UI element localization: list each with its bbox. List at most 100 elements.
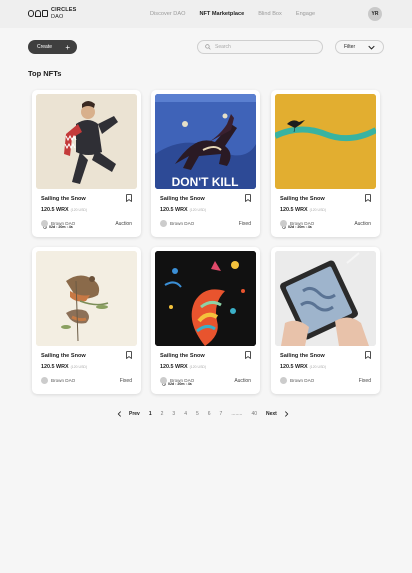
next-button[interactable]: Next — [266, 411, 277, 417]
card-owner[interactable]: Brown DAO — [160, 377, 194, 384]
nft-card[interactable]: 02d : 20m : 4s Sailing the Snow 120.5 WR… — [151, 247, 260, 394]
nft-card[interactable]: Sailing the Snow 120.5 WRX (120 USD) Brow… — [271, 247, 380, 394]
owner-avatar — [160, 220, 167, 227]
card-title: Sailing the Snow — [41, 196, 86, 202]
main-nav: Discover DAO NFT Marketplace Blind Box E… — [150, 11, 315, 17]
owner-name: Brown DAO — [51, 378, 76, 383]
nft-card[interactable]: 02d : 20m : 4s Sailing the Snow 120.5 WR… — [271, 90, 380, 237]
card-owner[interactable]: Brown DAO — [280, 377, 314, 384]
price-value: 120.5 WRX — [160, 364, 188, 370]
price-usd: (120 USD) — [309, 208, 327, 212]
card-title: Sailing the Snow — [280, 196, 325, 202]
price-value: 120.5 WRX — [160, 207, 188, 213]
nft-image[interactable] — [275, 251, 376, 346]
search-icon — [205, 44, 211, 50]
nft-image[interactable] — [36, 251, 137, 346]
owner-avatar — [160, 377, 167, 384]
nav-discover-dao[interactable]: Discover DAO — [150, 11, 185, 17]
card-title: Sailing the Snow — [280, 353, 325, 359]
card-owner[interactable]: Brown DAO — [160, 220, 194, 227]
owner-name: Brown DAO — [51, 221, 76, 226]
page-link[interactable]: 6 — [208, 411, 211, 417]
top-header: CIRCLES DAO Discover DAO NFT Marketplace… — [0, 0, 412, 28]
sale-type: Fixed — [358, 378, 371, 384]
poster-text: DON'T KILL — [172, 175, 239, 189]
nft-card[interactable]: 02d : 20m : 4s Sailing the Snow 120.5 WR… — [32, 90, 141, 237]
page-link[interactable]: 2 — [161, 411, 164, 417]
nav-blind-box[interactable]: Blind Box — [258, 11, 282, 17]
sale-type: Auction — [115, 221, 132, 227]
card-title: Sailing the Snow — [160, 196, 205, 202]
nft-image[interactable] — [275, 94, 376, 189]
card-price: 120.5 WRX (120 USD) — [160, 207, 206, 213]
logo-text: CIRCLES DAO — [51, 7, 77, 20]
bookmark-icon[interactable] — [365, 194, 371, 202]
price-usd: (120 USD) — [70, 208, 88, 212]
owner-name: Brown DAO — [290, 221, 315, 226]
card-owner[interactable]: Brown DAO — [41, 220, 75, 227]
page-link[interactable]: 40 — [251, 411, 257, 417]
logo-line-2: DAO — [51, 13, 64, 20]
bookmark-icon[interactable] — [126, 194, 132, 202]
price-value: 120.5 WRX — [280, 207, 308, 213]
nav-engage[interactable]: Engage — [296, 11, 315, 17]
owner-name: Brown DAO — [170, 378, 195, 383]
search-input[interactable]: Search — [197, 40, 323, 54]
sale-type: Fixed — [238, 221, 251, 227]
price-usd: (120 USD) — [189, 365, 207, 369]
logo-line-1: CIRCLES — [51, 7, 77, 13]
pagination: Prev 1 2 3 4 5 6 7 ........ 40 Next — [117, 411, 289, 417]
price-value: 120.5 WRX — [280, 364, 308, 370]
card-price: 120.5 WRX (120 USD) — [41, 207, 87, 213]
nft-image[interactable] — [36, 94, 137, 189]
price-usd: (120 USD) — [309, 365, 327, 369]
card-owner[interactable]: Brown DAO — [280, 220, 314, 227]
price-usd: (120 USD) — [70, 365, 88, 369]
chevron-down-icon — [368, 45, 375, 50]
section-title: Top NFTs — [28, 69, 62, 78]
avatar[interactable]: YR — [368, 7, 382, 21]
owner-name: Brown DAO — [290, 378, 315, 383]
page-link[interactable]: 4 — [184, 411, 187, 417]
card-price: 120.5 WRX (120 USD) — [160, 364, 206, 370]
nft-image[interactable] — [155, 251, 256, 346]
nft-image[interactable]: DON'T KILL — [155, 94, 256, 189]
nav-nft-marketplace[interactable]: NFT Marketplace — [199, 11, 244, 17]
owner-avatar — [41, 377, 48, 384]
price-value: 120.5 WRX — [41, 207, 69, 213]
logo[interactable]: CIRCLES DAO — [28, 7, 77, 20]
chevron-left-icon[interactable] — [117, 411, 122, 417]
card-title: Sailing the Snow — [160, 353, 205, 359]
page-link[interactable]: 7 — [220, 411, 223, 417]
card-price: 120.5 WRX (120 USD) — [280, 364, 326, 370]
card-title: Sailing the Snow — [41, 353, 86, 359]
bookmark-icon[interactable] — [245, 351, 251, 359]
filter-label: Filter — [344, 44, 356, 50]
owner-name: Brown DAO — [170, 221, 195, 226]
pagination-ellipsis: ........ — [231, 411, 243, 417]
search-placeholder: Search — [215, 44, 231, 50]
owner-avatar — [280, 220, 287, 227]
sale-type: Auction — [234, 378, 251, 384]
card-price: 120.5 WRX (120 USD) — [41, 364, 87, 370]
sale-type: Auction — [354, 221, 371, 227]
page-link[interactable]: 5 — [196, 411, 199, 417]
owner-avatar — [280, 377, 287, 384]
bookmark-icon[interactable] — [126, 351, 132, 359]
page-link[interactable]: 3 — [172, 411, 175, 417]
sale-type: Fixed — [119, 378, 132, 384]
prev-button[interactable]: Prev — [129, 411, 140, 417]
card-owner[interactable]: Brown DAO — [41, 377, 75, 384]
page-link[interactable]: 1 — [149, 411, 152, 417]
price-value: 120.5 WRX — [41, 364, 69, 370]
create-button[interactable]: Create + — [28, 40, 77, 54]
owner-avatar — [41, 220, 48, 227]
nft-card[interactable]: Sailing the Snow 120.5 WRX (120 USD) Brow… — [32, 247, 141, 394]
nft-card[interactable]: DON'T KILL Sailing the Snow 120.5 WRX (12… — [151, 90, 260, 237]
filter-dropdown[interactable]: Filter — [335, 40, 384, 54]
chevron-right-icon[interactable] — [284, 411, 289, 417]
logo-mark-icon — [28, 10, 48, 17]
card-price: 120.5 WRX (120 USD) — [280, 207, 326, 213]
bookmark-icon[interactable] — [245, 194, 251, 202]
bookmark-icon[interactable] — [365, 351, 371, 359]
